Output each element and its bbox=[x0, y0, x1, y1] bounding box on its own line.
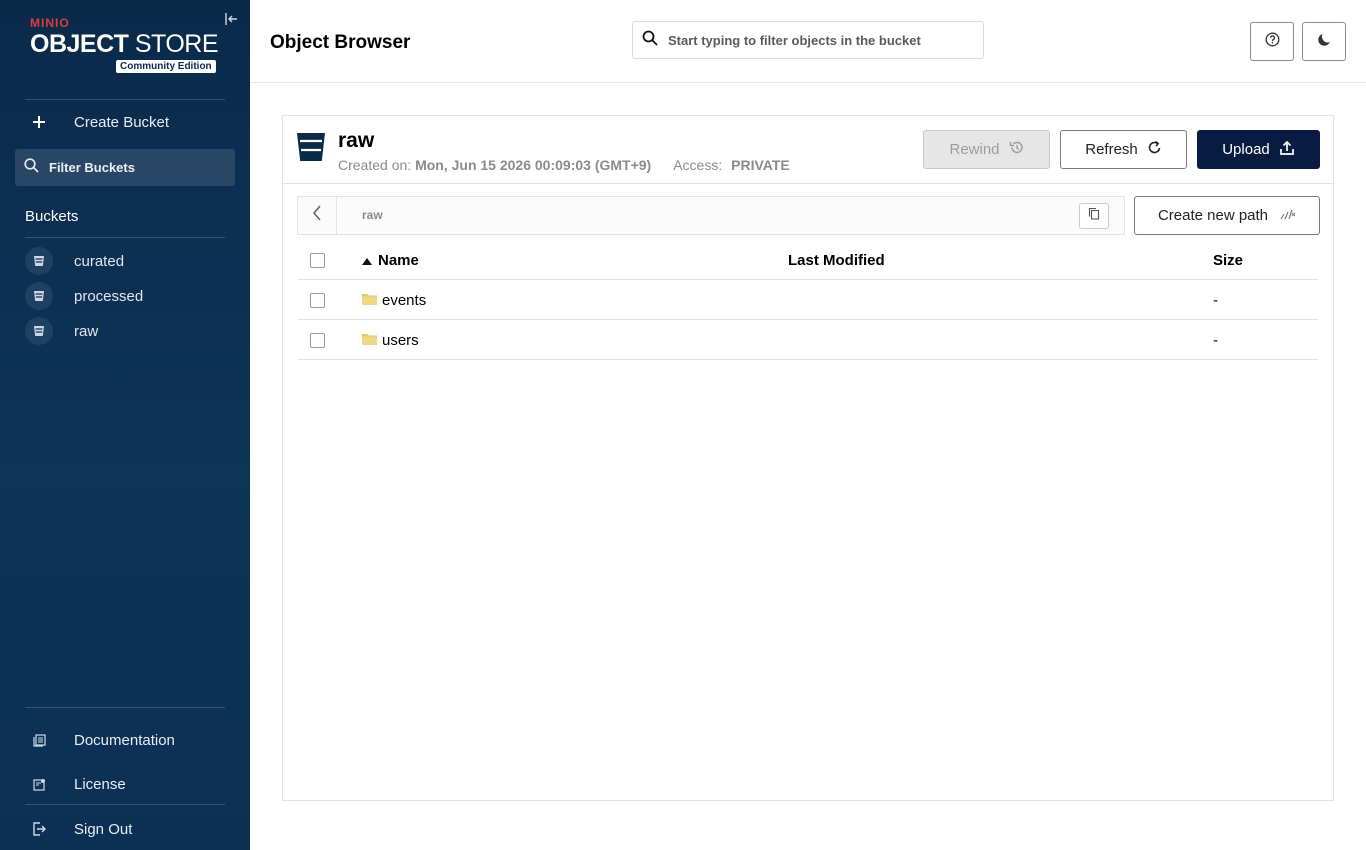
sign-out-label: Sign Out bbox=[74, 820, 133, 838]
row-checkbox[interactable] bbox=[310, 333, 325, 348]
edition-badge: Community Edition bbox=[116, 60, 216, 73]
object-browser-panel: raw Created on: Mon, Jun 15 2026 00:09:0… bbox=[282, 115, 1334, 801]
created-label: Created on: bbox=[338, 157, 412, 173]
license-link[interactable]: License bbox=[25, 769, 126, 799]
sidebar-divider bbox=[25, 804, 225, 805]
objects-table: Name Last Modified Size events - users - bbox=[298, 240, 1318, 360]
search-icon bbox=[24, 157, 39, 178]
copy-icon bbox=[1088, 207, 1100, 225]
bucket-icon bbox=[25, 282, 53, 310]
buckets-heading: Buckets bbox=[25, 208, 79, 225]
select-all-checkbox[interactable] bbox=[310, 253, 325, 268]
table-header-row: Name Last Modified Size bbox=[298, 240, 1318, 280]
create-new-path-button[interactable]: Create new path bbox=[1134, 196, 1320, 235]
bucket-header: raw Created on: Mon, Jun 15 2026 00:09:0… bbox=[283, 116, 1333, 184]
column-size-header[interactable]: Size bbox=[1213, 252, 1243, 269]
create-new-path-label: Create new path bbox=[1157, 207, 1269, 224]
sidebar-bucket-curated[interactable]: curated bbox=[25, 247, 124, 275]
sidebar-divider bbox=[25, 237, 225, 238]
upload-icon bbox=[1279, 140, 1295, 160]
sidebar: MINIO OBJECT STORE Community Edition Cre… bbox=[0, 0, 250, 850]
documentation-link[interactable]: Documentation bbox=[25, 725, 175, 755]
row-checkbox[interactable] bbox=[310, 293, 325, 308]
sidebar-bucket-processed[interactable]: processed bbox=[25, 282, 143, 310]
object-search-input[interactable] bbox=[668, 32, 968, 48]
dark-mode-button[interactable] bbox=[1302, 22, 1346, 61]
column-name-header[interactable]: Name bbox=[362, 252, 419, 269]
logo-brand: MINIO bbox=[30, 16, 70, 30]
history-icon bbox=[1009, 140, 1024, 159]
table-row[interactable]: events - bbox=[298, 280, 1318, 320]
logo-title: OBJECT STORE bbox=[30, 30, 219, 58]
documentation-label: Documentation bbox=[74, 731, 175, 749]
access-label: Access: bbox=[673, 157, 723, 173]
refresh-icon bbox=[1147, 140, 1162, 159]
bucket-label: processed bbox=[74, 287, 144, 305]
object-size: - bbox=[1213, 332, 1218, 349]
plus-icon bbox=[25, 108, 53, 136]
search-icon bbox=[642, 30, 658, 51]
object-size: - bbox=[1213, 292, 1218, 309]
sign-out-button[interactable]: Sign Out bbox=[25, 814, 132, 844]
refresh-label: Refresh bbox=[1085, 141, 1138, 158]
object-name-cell[interactable]: events bbox=[362, 292, 426, 309]
minio-logo[interactable]: MINIO OBJECT STORE Community Edition bbox=[30, 16, 219, 73]
sign-out-icon bbox=[25, 815, 53, 843]
table-row[interactable]: users - bbox=[298, 320, 1318, 360]
bucket-label: raw bbox=[74, 322, 99, 340]
rewind-button[interactable]: Rewind bbox=[923, 130, 1050, 169]
bucket-name: raw bbox=[338, 129, 375, 152]
chevron-left-icon bbox=[312, 205, 322, 226]
moon-icon bbox=[1317, 32, 1332, 52]
folder-icon bbox=[362, 332, 377, 349]
object-name: events bbox=[382, 292, 427, 309]
refresh-button[interactable]: Refresh bbox=[1060, 130, 1187, 169]
license-label: License bbox=[74, 775, 126, 793]
new-path-icon bbox=[1280, 207, 1296, 224]
bucket-icon bbox=[25, 317, 53, 345]
page-header: Object Browser bbox=[250, 0, 1366, 83]
object-search-field[interactable] bbox=[632, 21, 984, 59]
column-name-label: Name bbox=[378, 252, 419, 269]
back-button[interactable] bbox=[298, 197, 337, 234]
object-name-cell[interactable]: users bbox=[362, 332, 419, 349]
bucket-label: curated bbox=[74, 252, 125, 270]
create-bucket-button[interactable]: Create Bucket bbox=[25, 107, 169, 137]
created-value: Mon, Jun 15 2026 00:09:03 (GMT+9) bbox=[415, 157, 652, 173]
upload-label: Upload bbox=[1222, 141, 1270, 158]
filter-buckets-input[interactable] bbox=[49, 160, 219, 175]
create-bucket-label: Create Bucket bbox=[74, 113, 170, 131]
sidebar-divider bbox=[25, 707, 225, 708]
bucket-meta: Created on: Mon, Jun 15 2026 00:09:03 (G… bbox=[338, 157, 790, 173]
access-value: PRIVATE bbox=[731, 157, 790, 173]
documentation-icon bbox=[25, 726, 53, 754]
breadcrumb-path[interactable]: raw bbox=[362, 208, 383, 222]
sort-asc-icon bbox=[362, 252, 372, 269]
upload-button[interactable]: Upload bbox=[1197, 130, 1320, 169]
collapse-sidebar-icon[interactable] bbox=[225, 12, 241, 28]
breadcrumb: raw bbox=[297, 196, 1125, 235]
help-button[interactable] bbox=[1250, 22, 1294, 61]
license-icon bbox=[25, 770, 53, 798]
sidebar-divider bbox=[25, 99, 225, 100]
bucket-icon bbox=[296, 131, 326, 168]
page-title: Object Browser bbox=[270, 32, 411, 53]
copy-path-button[interactable] bbox=[1079, 203, 1109, 229]
bucket-icon bbox=[25, 247, 53, 275]
sidebar-bucket-raw[interactable]: raw bbox=[25, 317, 98, 345]
filter-buckets-field[interactable] bbox=[15, 149, 235, 186]
folder-icon bbox=[362, 292, 377, 309]
object-name: users bbox=[382, 332, 419, 349]
rewind-label: Rewind bbox=[949, 141, 1000, 158]
help-icon bbox=[1265, 32, 1280, 52]
column-last-modified-header[interactable]: Last Modified bbox=[788, 252, 885, 269]
